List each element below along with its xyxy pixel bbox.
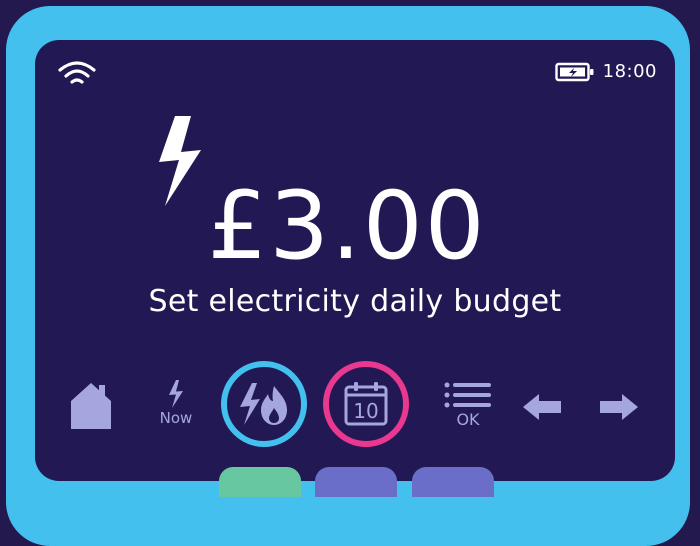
tab-electricity[interactable] [219,467,301,497]
now-label: Now [159,409,193,427]
home-icon[interactable] [69,381,113,431]
ok-menu-button[interactable]: OK [442,382,494,429]
list-menu-icon [444,382,491,408]
budget-caption: Set electricity daily budget [148,284,562,319]
battery-charging-icon [554,62,594,81]
tab-settings[interactable] [412,467,494,497]
bolt-flame-icon [240,383,287,425]
display-screen: 18:00 £3.00 Set electricity daily budget… [35,40,675,481]
electricity-gas-button[interactable] [221,361,307,447]
calendar-icon: 10 [344,382,388,426]
budget-amount: £3.00 [207,172,487,281]
ok-label: OK [456,410,480,429]
tab-gas[interactable] [315,467,397,497]
small-bolt-icon [169,380,183,408]
calendar-button[interactable]: 10 [323,361,409,447]
calendar-day: 10 [353,399,378,423]
now-button[interactable]: Now [149,379,203,426]
clock: 18:00 [602,61,657,82]
arrow-left-icon[interactable] [521,392,563,422]
status-bar: 18:00 [554,61,657,82]
arrow-right-icon[interactable] [598,392,640,422]
wifi-icon [58,61,96,84]
